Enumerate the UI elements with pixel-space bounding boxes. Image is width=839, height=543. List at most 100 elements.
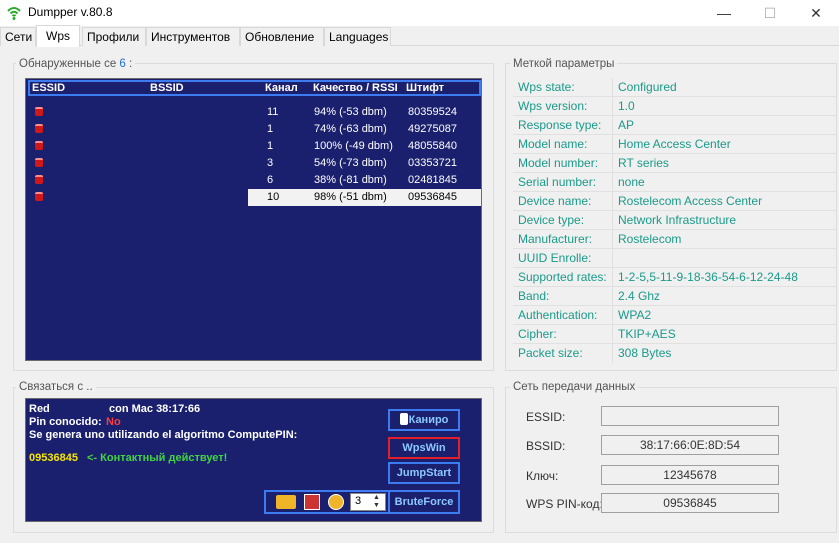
lock-icon xyxy=(35,141,43,150)
param-key: Model number: xyxy=(518,156,599,170)
minimize-button[interactable]: — xyxy=(701,0,747,26)
scan-button[interactable]: Каниро xyxy=(388,409,460,431)
generated-pin: 09536845 xyxy=(29,452,78,464)
param-key: Serial number: xyxy=(518,175,597,189)
param-value: 1.0 xyxy=(618,99,635,113)
title-bar: Dumpper v.80.8 — ☐ ✕ xyxy=(0,0,839,26)
row-quality: 98% (-51 dbm) xyxy=(314,191,387,203)
bssid-field[interactable]: 38:17:66:0E:8D:54 xyxy=(601,435,779,455)
param-key: Device type: xyxy=(518,213,585,227)
pin-known-label: Pin conocido: xyxy=(29,416,102,428)
attempts-spinner[interactable]: 3 ▲ ▼ xyxy=(350,493,386,511)
scan-icon xyxy=(399,413,408,425)
col-essid[interactable]: ESSID xyxy=(32,82,65,94)
param-value: Rostelecom Access Center xyxy=(618,194,763,208)
param-value: 2.4 Ghz xyxy=(618,289,661,303)
param-value: 308 Bytes xyxy=(618,346,672,360)
param-row: Serial number: none xyxy=(513,173,837,192)
tab-wps[interactable]: Wps xyxy=(36,25,80,47)
networks-list-header: ESSID BSSID Канал Качество / RSSI Штифт xyxy=(28,80,481,96)
row-quality: 74% (-63 dbm) xyxy=(314,123,387,135)
network-row[interactable]: 1 74% (-63 dbm) 49275087 xyxy=(28,121,481,138)
row-channel: 10 xyxy=(267,191,280,203)
row-channel: 1 xyxy=(267,140,274,152)
col-quality[interactable]: Качество / RSSI xyxy=(313,82,398,94)
param-key: UUID Enrolle: xyxy=(518,251,592,265)
row-channel: 11 xyxy=(267,106,279,118)
jumpstart-button[interactable]: JumpStart xyxy=(388,462,460,484)
networks-list[interactable]: ESSID BSSID Канал Качество / RSSI Штифт … xyxy=(25,78,482,361)
networks-count-suffix: : xyxy=(125,58,133,70)
tab-update[interactable]: Обновление xyxy=(240,27,324,46)
lock-icon xyxy=(35,192,43,201)
col-bssid[interactable]: BSSID xyxy=(150,82,184,94)
row-channel: 3 xyxy=(267,157,274,169)
spinner-value: 3 xyxy=(355,495,362,507)
param-key: Wps state: xyxy=(518,80,575,94)
param-key: Band: xyxy=(518,289,550,303)
param-key: Supported rates: xyxy=(518,270,607,284)
param-row: Cipher: TKIP+AES xyxy=(513,325,837,344)
folder-icon[interactable] xyxy=(276,495,296,509)
col-channel[interactable]: Канал xyxy=(265,82,298,94)
wifi-app-icon xyxy=(7,7,21,20)
tab-strip: Сети Wps Профили Инструментов Обновление… xyxy=(0,25,839,47)
clock-icon[interactable] xyxy=(328,494,344,510)
param-value: WPA2 xyxy=(618,308,652,322)
param-row: Wps state: Configured xyxy=(513,78,837,97)
row-channel: 1 xyxy=(267,123,274,135)
param-row: Device type: Network Infrastructure xyxy=(513,211,837,230)
spinner-down-icon[interactable]: ▼ xyxy=(373,502,380,510)
essid-label: ESSID: xyxy=(526,410,566,424)
param-row: Authentication: WPA2 xyxy=(513,306,837,325)
param-row: Manufacturer: Rostelecom xyxy=(513,230,837,249)
pin-known-value: No xyxy=(106,416,121,428)
essid-field[interactable] xyxy=(601,406,779,426)
param-row: Band: 2.4 Ghz xyxy=(513,287,837,306)
close-button[interactable]: ✕ xyxy=(793,0,839,26)
bruteforce-button[interactable]: BruteForce xyxy=(388,490,460,514)
tab-languages[interactable]: Languages xyxy=(324,27,391,46)
tab-profiles[interactable]: Профили xyxy=(82,27,146,46)
connect-red-label: Red xyxy=(29,403,50,415)
network-row[interactable]: 3 54% (-73 dbm) 03353721 xyxy=(28,155,481,172)
wps-pin-field[interactable]: 09536845 xyxy=(601,493,779,513)
param-row: Model number: RT series xyxy=(513,154,837,173)
network-row[interactable]: 10 98% (-51 dbm) 09536845 xyxy=(28,189,481,206)
lock-icon xyxy=(35,107,43,116)
param-row: Supported rates: 1-2-5,5-11-9-18-36-54-6-… xyxy=(513,268,837,287)
param-value: Home Access Center xyxy=(618,137,731,151)
connect-group-title: Связаться с .. xyxy=(16,380,96,394)
param-key: Device name: xyxy=(518,194,592,208)
row-quality: 54% (-73 dbm) xyxy=(314,157,387,169)
param-row: Wps version: 1.0 xyxy=(513,97,837,116)
param-key: Model name: xyxy=(518,137,588,151)
bssid-label: BSSID: xyxy=(526,439,566,453)
networks-title-label: Обнаруженные се xyxy=(19,58,117,70)
scan-button-label: Каниро xyxy=(408,414,449,426)
window-title: Dumpper v.80.8 xyxy=(28,5,113,19)
param-value: AP xyxy=(618,118,635,132)
tab-networks[interactable]: Сети xyxy=(0,27,36,46)
maximize-button[interactable]: ☐ xyxy=(747,0,793,26)
tab-tools[interactable]: Инструментов xyxy=(146,27,240,46)
row-pin: 02481845 xyxy=(408,174,457,186)
pin-status: <- Контактный действует! xyxy=(87,452,228,464)
param-key: Authentication: xyxy=(518,308,598,322)
param-row: Response type: AP xyxy=(513,116,837,135)
key-field[interactable]: 12345678 xyxy=(601,465,779,485)
lock-icon xyxy=(35,158,43,167)
network-row[interactable]: 6 38% (-81 dbm) 02481845 xyxy=(28,172,481,189)
row-pin: 09536845 xyxy=(408,191,457,203)
param-key: Wps version: xyxy=(518,99,588,113)
network-row[interactable]: 1 100% (-49 dbm) 48055840 xyxy=(28,138,481,155)
spinner-up-icon[interactable]: ▲ xyxy=(373,494,380,502)
wpswin-button[interactable]: WpsWin xyxy=(388,437,460,459)
col-pin[interactable]: Штифт xyxy=(406,82,444,94)
lock-icon xyxy=(35,175,43,184)
connect-panel: Red con Mac 38:17:66 Pin conocido: No Se… xyxy=(25,398,482,522)
network-row[interactable]: 11 94% (-53 dbm) 80359524 xyxy=(28,104,481,121)
save-icon[interactable] xyxy=(304,494,320,510)
row-pin: 48055840 xyxy=(408,140,457,152)
key-label: Ключ: xyxy=(526,469,559,483)
